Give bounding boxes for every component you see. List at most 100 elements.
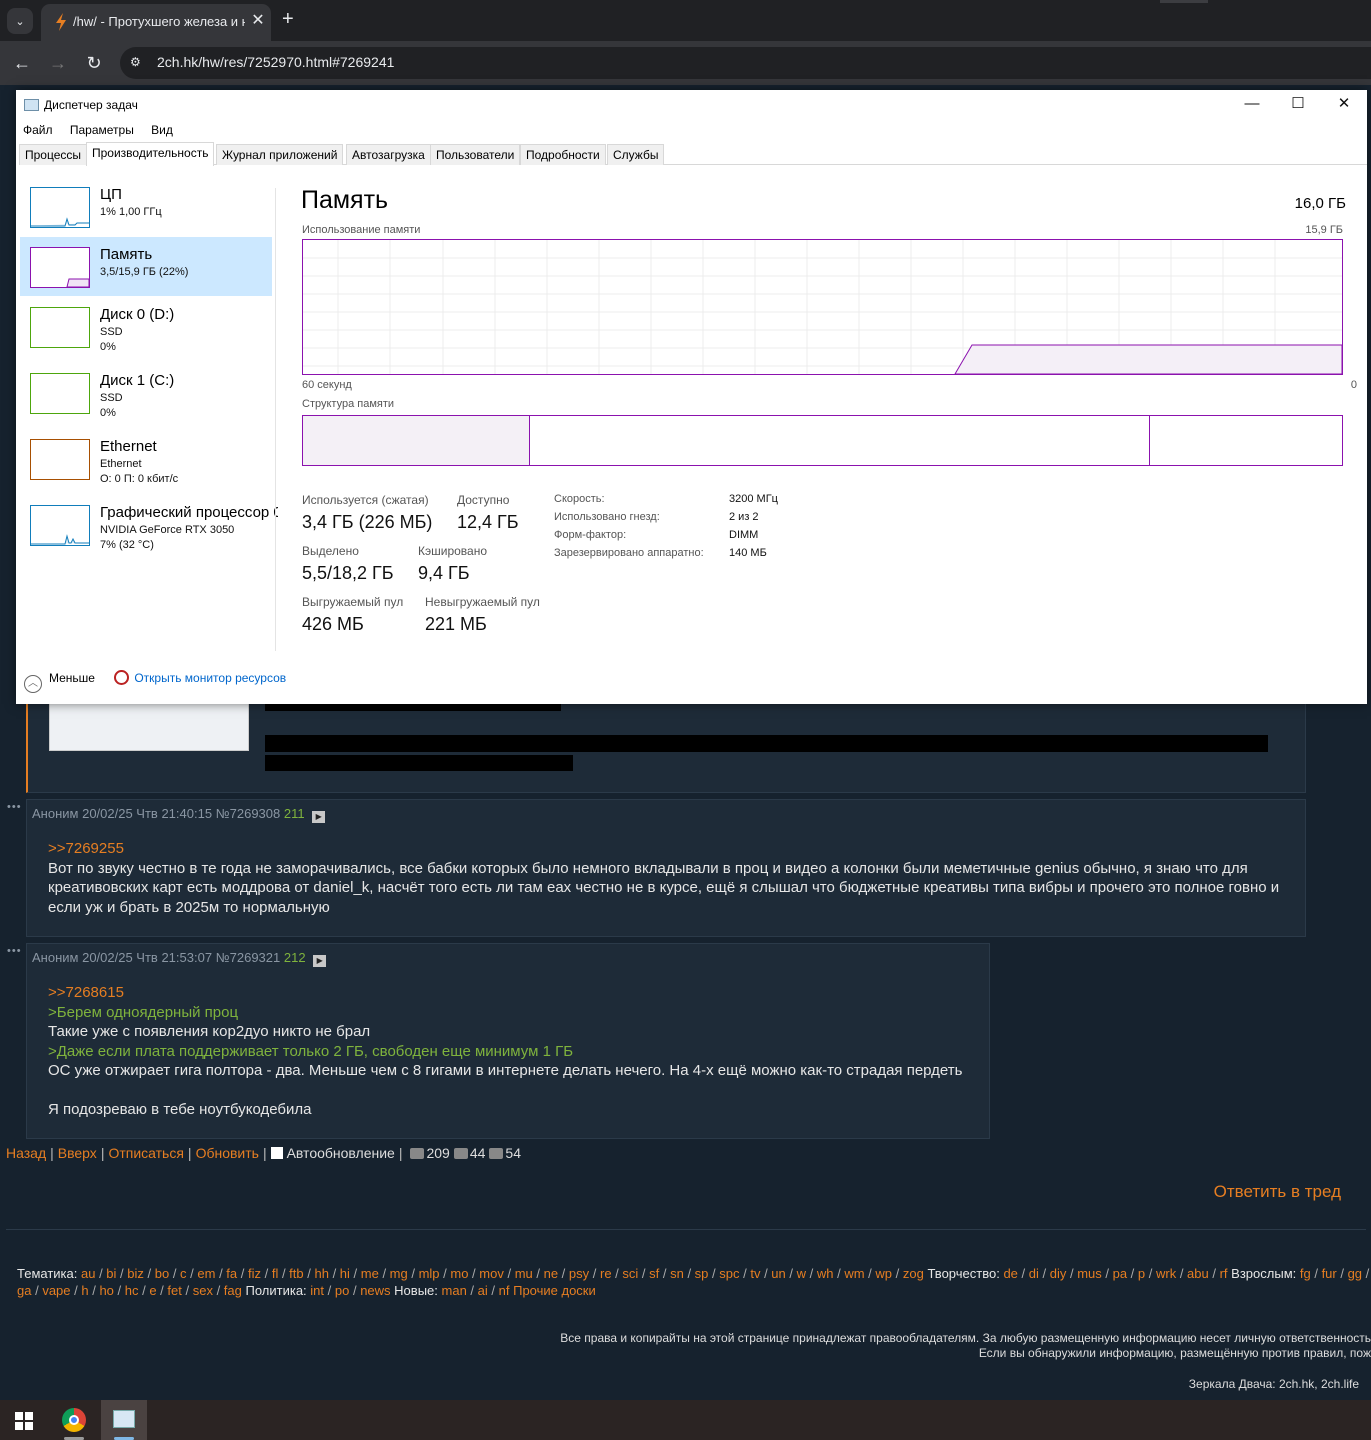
tab-processes[interactable]: Процессы xyxy=(19,144,88,165)
board-link[interactable]: wm xyxy=(844,1266,864,1281)
board-link[interactable]: ga xyxy=(17,1283,31,1298)
board-link[interactable]: fa xyxy=(226,1266,237,1281)
board-link[interactable]: mg xyxy=(390,1266,408,1281)
board-link[interactable]: zog xyxy=(903,1266,924,1281)
board-link[interactable]: ne xyxy=(544,1266,558,1281)
fewer-details-button[interactable]: Меньше xyxy=(49,671,95,685)
new-tab-button[interactable]: + xyxy=(282,9,294,29)
other-boards-link[interactable]: Прочие доски xyxy=(513,1283,596,1298)
board-link[interactable]: hc xyxy=(125,1283,139,1298)
board-link[interactable]: hh xyxy=(314,1266,328,1281)
board-link[interactable]: pa xyxy=(1113,1266,1127,1281)
board-link[interactable]: sp xyxy=(695,1266,709,1281)
board-link[interactable]: mo xyxy=(450,1266,468,1281)
tab-search-button[interactable]: ⌄ xyxy=(7,8,33,34)
board-link[interactable]: ho xyxy=(99,1283,113,1298)
board-link[interactable]: news xyxy=(360,1283,390,1298)
board-link[interactable]: gg xyxy=(1348,1266,1362,1281)
maximize-icon[interactable]: ☐ xyxy=(1288,95,1308,113)
board-link[interactable]: sex xyxy=(193,1283,213,1298)
board-link[interactable]: mu xyxy=(515,1266,533,1281)
board-link[interactable]: psy xyxy=(569,1266,589,1281)
site-info-icon[interactable]: ⚙ xyxy=(130,55,146,71)
reply-link[interactable]: >>7269255 xyxy=(48,839,1288,859)
board-link[interactable]: bi xyxy=(106,1266,116,1281)
resource-cpu[interactable]: ЦП 1% 1,00 ГГц xyxy=(20,177,272,236)
board-link[interactable]: hi xyxy=(340,1266,350,1281)
board-link[interactable]: fiz xyxy=(248,1266,261,1281)
tab-details[interactable]: Подробности xyxy=(520,144,606,165)
open-resource-monitor-link[interactable]: Открыть монитор ресурсов xyxy=(134,671,286,685)
post-number[interactable]: №7269308 xyxy=(216,806,281,821)
close-tab-icon[interactable]: ✕ xyxy=(249,12,267,30)
board-link[interactable]: abu xyxy=(1187,1266,1209,1281)
chevron-up-icon[interactable]: ︿ xyxy=(24,675,42,693)
up-link[interactable]: Вверх xyxy=(58,1145,97,1161)
board-link[interactable]: man xyxy=(442,1283,467,1298)
tab-performance[interactable]: Производительность xyxy=(86,142,215,166)
board-link[interactable]: re xyxy=(600,1266,612,1281)
back-arrow-icon[interactable]: ← xyxy=(10,51,34,75)
board-link[interactable]: fet xyxy=(167,1283,181,1298)
reply-link[interactable]: >>7268615 xyxy=(48,983,978,1003)
autorefresh-checkbox[interactable] xyxy=(270,1147,283,1159)
tab-users[interactable]: Пользователи xyxy=(430,144,521,165)
address-bar[interactable]: ⚙ 2ch.hk/hw/res/7252970.html#7269241 xyxy=(120,47,1371,79)
menu-view[interactable]: Вид xyxy=(151,123,173,137)
back-link[interactable]: Назад xyxy=(6,1145,46,1161)
board-link[interactable]: h xyxy=(81,1283,88,1298)
board-link[interactable]: rf xyxy=(1220,1266,1228,1281)
board-link[interactable]: un xyxy=(771,1266,785,1281)
board-link[interactable]: ftb xyxy=(289,1266,303,1281)
board-link[interactable]: mov xyxy=(479,1266,504,1281)
board-link[interactable]: em xyxy=(197,1266,215,1281)
unsubscribe-link[interactable]: Отписаться xyxy=(108,1145,183,1161)
chrome-icon[interactable] xyxy=(62,1408,86,1432)
board-link[interactable]: diy xyxy=(1050,1266,1067,1281)
board-link[interactable]: nf xyxy=(499,1283,510,1298)
post-image-thumbnail[interactable] xyxy=(49,703,249,751)
board-link[interactable]: fur xyxy=(1322,1266,1337,1281)
tab-app-history[interactable]: Журнал приложений xyxy=(216,144,344,165)
board-link[interactable]: spc xyxy=(719,1266,739,1281)
board-link[interactable]: vape xyxy=(42,1283,70,1298)
task-manager-taskbar-button[interactable] xyxy=(101,1400,147,1440)
board-link[interactable]: mlp xyxy=(419,1266,440,1281)
close-window-icon[interactable]: ✕ xyxy=(1334,95,1354,113)
windows-start-icon[interactable] xyxy=(15,1412,33,1430)
board-link[interactable]: ai xyxy=(478,1283,488,1298)
menu-options[interactable]: Параметры xyxy=(70,123,134,137)
board-link[interactable]: wh xyxy=(817,1266,834,1281)
resource-disk-1[interactable]: Диск 1 (C:) SSD 0% xyxy=(20,363,272,422)
board-link[interactable]: di xyxy=(1029,1266,1039,1281)
board-link[interactable]: biz xyxy=(127,1266,144,1281)
tab-startup[interactable]: Автозагрузка xyxy=(346,144,431,165)
board-link[interactable]: fag xyxy=(224,1283,242,1298)
board-link[interactable]: de xyxy=(1003,1266,1017,1281)
reply-in-thread-button[interactable]: Ответить в тред xyxy=(1214,1182,1341,1202)
expand-post-icon[interactable]: ▶ xyxy=(312,811,326,823)
browser-tab[interactable]: /hw/ - Протухшего железа и новостей ✕ xyxy=(41,4,271,41)
reload-icon[interactable]: ↻ xyxy=(82,51,106,75)
board-link[interactable]: sci xyxy=(622,1266,638,1281)
board-link[interactable]: mus xyxy=(1077,1266,1102,1281)
board-link[interactable]: e xyxy=(149,1283,156,1298)
resource-disk-0[interactable]: Диск 0 (D:) SSD 0% xyxy=(20,297,272,356)
expand-post-icon[interactable]: ▶ xyxy=(313,955,327,967)
board-link[interactable]: int xyxy=(310,1283,324,1298)
resource-gpu[interactable]: Графический процессор 0 NVIDIA GeForce R… xyxy=(20,495,278,554)
board-link[interactable]: po xyxy=(335,1283,349,1298)
board-link[interactable]: w xyxy=(797,1266,806,1281)
resource-memory[interactable]: Память 3,5/15,9 ГБ (22%) xyxy=(20,237,272,296)
board-link[interactable]: sf xyxy=(649,1266,659,1281)
board-link[interactable]: sn xyxy=(670,1266,684,1281)
url-text[interactable]: 2ch.hk/hw/res/7252970.html#7269241 xyxy=(157,54,394,70)
resource-ethernet[interactable]: Ethernet Ethernet О: 0 П: 0 кбит/с xyxy=(20,429,272,488)
post-number[interactable]: №7269321 xyxy=(216,950,281,965)
board-link[interactable]: au xyxy=(81,1266,95,1281)
menu-file[interactable]: Файл xyxy=(23,123,53,137)
refresh-link[interactable]: Обновить xyxy=(196,1145,259,1161)
minimize-icon[interactable]: — xyxy=(1242,95,1262,113)
board-link[interactable]: fg xyxy=(1300,1266,1311,1281)
forward-arrow-icon[interactable]: → xyxy=(46,51,70,75)
